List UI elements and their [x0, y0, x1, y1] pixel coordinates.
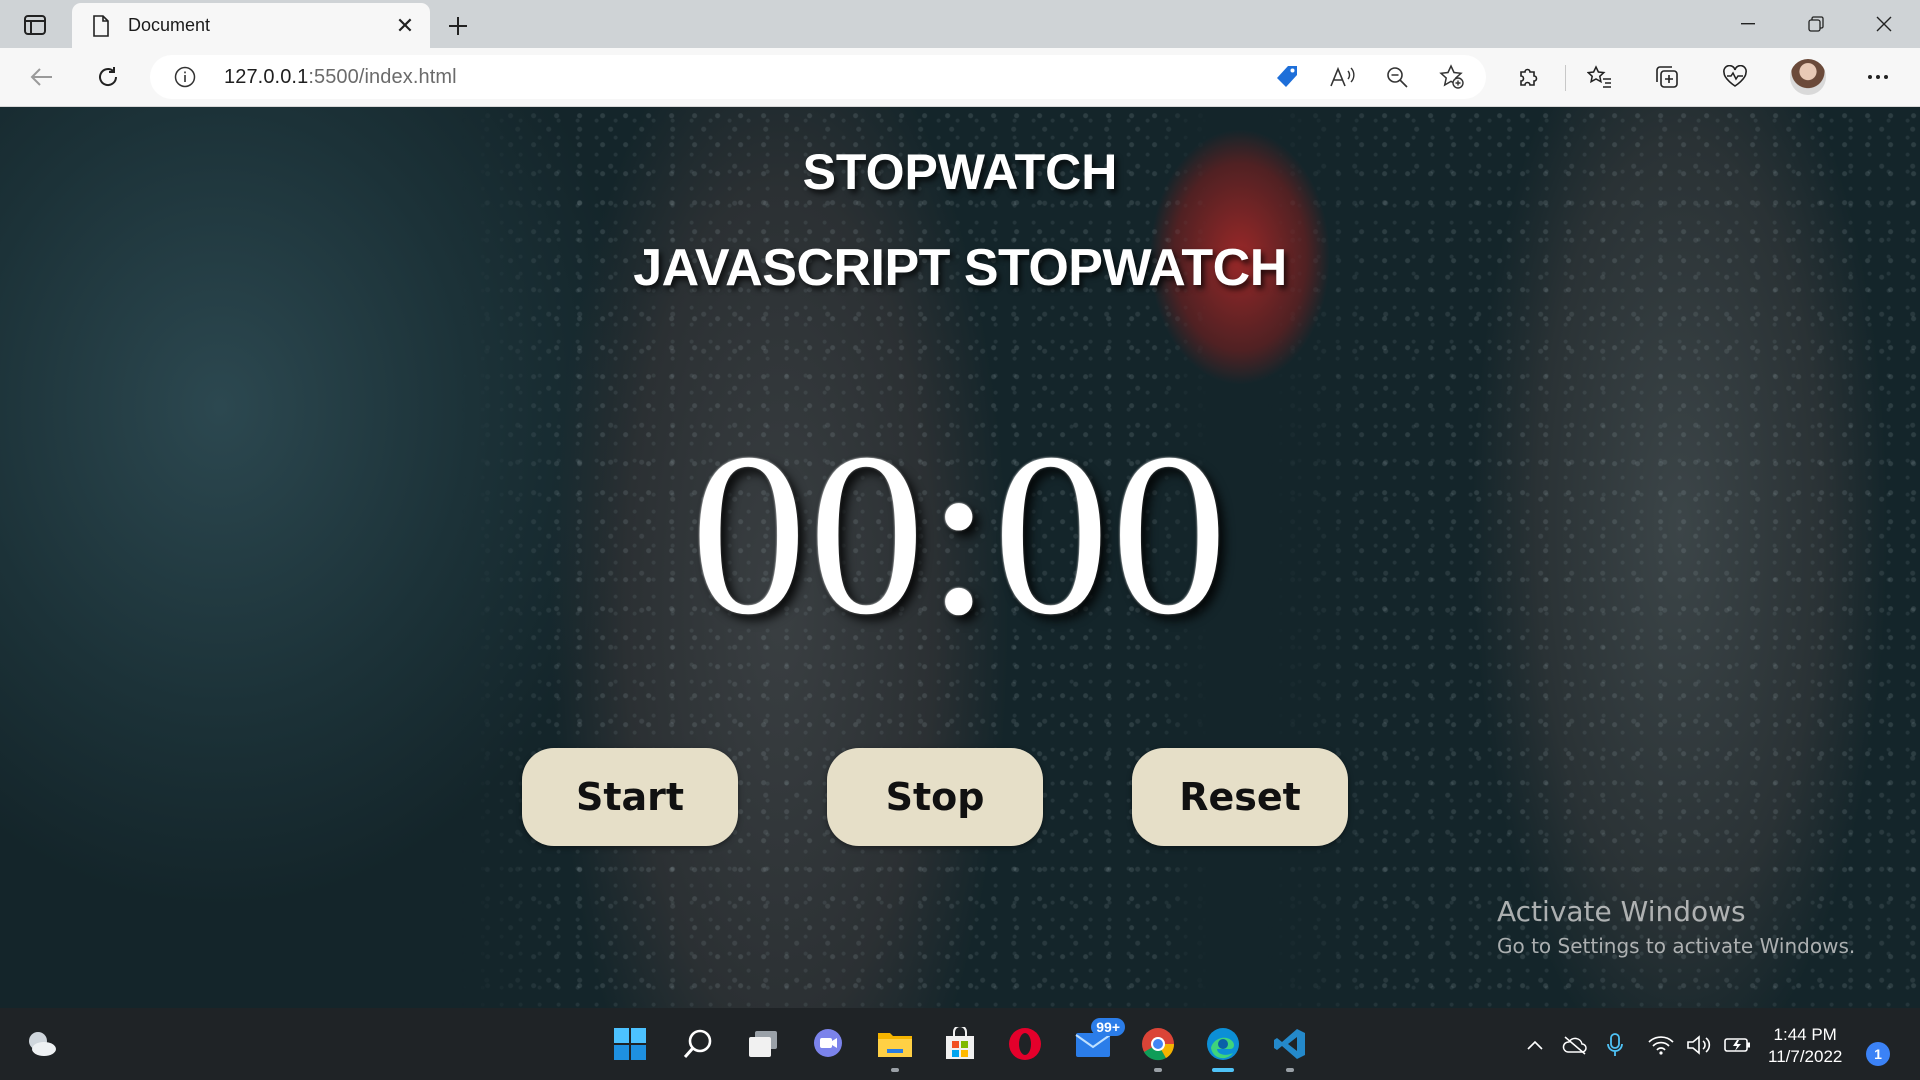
store-icon: [946, 1027, 974, 1059]
wifi-icon: [1648, 1036, 1674, 1055]
weather-widget[interactable]: [20, 1022, 64, 1066]
new-tab-button[interactable]: [440, 8, 476, 44]
opera-button[interactable]: [1003, 1022, 1047, 1066]
microphone-icon: [1607, 1033, 1623, 1056]
back-button[interactable]: [22, 58, 62, 96]
opera-icon: [1009, 1028, 1041, 1060]
task-view-button[interactable]: [741, 1022, 785, 1066]
clock-time: 1:44 PM: [1773, 1025, 1837, 1044]
running-indicator: [1154, 1068, 1162, 1072]
add-favorite-icon[interactable]: [1437, 63, 1467, 91]
restore-button[interactable]: [1782, 0, 1850, 48]
more-icon: [1868, 75, 1888, 79]
active-indicator: [1212, 1068, 1234, 1072]
folder-icon: [878, 1033, 912, 1057]
read-aloud-icon[interactable]: [1327, 63, 1357, 91]
file-explorer-button[interactable]: [873, 1022, 917, 1072]
cloud-moon-icon: [29, 1032, 56, 1056]
reset-button[interactable]: Reset: [1132, 748, 1348, 846]
extensions-button[interactable]: [1509, 58, 1549, 96]
page-title: STOPWATCH: [802, 144, 1118, 200]
start-menu-button[interactable]: [608, 1022, 652, 1066]
zoom-out-icon[interactable]: [1382, 63, 1412, 91]
windows-taskbar: 99+ 1:44 PM 11/7/2022 1: [0, 1008, 1920, 1080]
profile-avatar[interactable]: [1790, 59, 1826, 95]
browser-toolbar: 127.0.0.1:5500/index.html: [0, 48, 1920, 107]
chat-icon: [814, 1029, 842, 1057]
refresh-icon: [99, 67, 118, 86]
notification-count-badge[interactable]: 1: [1866, 1042, 1890, 1066]
chevron-up-icon: [1527, 1040, 1543, 1050]
tab-actions-menu-button[interactable]: [16, 10, 54, 40]
running-indicator: [1286, 1068, 1294, 1072]
activate-windows-watermark: Activate Windows Go to Settings to activ…: [1497, 895, 1855, 958]
url-text: 127.0.0.1:5500/index.html: [224, 66, 457, 88]
microphone-tray-icon[interactable]: [1606, 1030, 1624, 1060]
puzzle-icon: [1520, 68, 1538, 86]
stop-button[interactable]: Stop: [827, 748, 1043, 846]
page-subtitle: JAVASCRIPT STOPWATCH: [633, 239, 1287, 297]
mail-button[interactable]: 99+: [1071, 1018, 1125, 1066]
task-view-icon: [749, 1031, 777, 1057]
close-window-button[interactable]: [1850, 0, 1918, 48]
stopwatch-display: 00:00: [690, 406, 1230, 663]
battery-charging-icon: [1724, 1038, 1750, 1052]
address-bar[interactable]: 127.0.0.1:5500/index.html: [150, 55, 1486, 99]
watermark-subtitle: Go to Settings to activate Windows.: [1497, 934, 1856, 958]
back-arrow-icon: [30, 68, 52, 86]
close-tab-icon[interactable]: ✕: [390, 11, 420, 41]
search-button[interactable]: [676, 1022, 720, 1066]
clock-date: 11/7/2022: [1768, 1047, 1843, 1066]
vscode-icon: [1274, 1029, 1305, 1059]
restore-icon: [1808, 16, 1824, 32]
browser-tab-active[interactable]: Document ✕: [72, 3, 430, 48]
edge-icon: [1207, 1028, 1239, 1060]
close-icon: [1876, 16, 1892, 32]
tab-actions-icon: [24, 15, 46, 35]
tab-strip: Document ✕: [0, 0, 1920, 48]
collections-button[interactable]: [1647, 58, 1687, 96]
start-button[interactable]: Start: [522, 748, 738, 846]
chrome-icon: [1142, 1028, 1175, 1061]
minimize-icon: [1741, 23, 1755, 25]
windows-logo-icon: [614, 1028, 646, 1060]
teams-chat-button[interactable]: [806, 1022, 850, 1066]
show-hidden-icons-button[interactable]: [1526, 1030, 1544, 1060]
running-indicator: [891, 1068, 899, 1072]
microsoft-store-button[interactable]: [938, 1022, 982, 1066]
chrome-button[interactable]: [1136, 1022, 1180, 1072]
vscode-button[interactable]: [1268, 1022, 1312, 1072]
heart-pulse-icon: [1723, 65, 1747, 87]
watermark-title: Activate Windows: [1497, 895, 1746, 928]
settings-more-button[interactable]: [1858, 58, 1898, 96]
search-icon: [683, 1029, 712, 1058]
plus-icon: [449, 17, 467, 35]
onedrive-tray-icon[interactable]: [1562, 1030, 1588, 1060]
system-clock[interactable]: 1:44 PM 11/7/2022: [1768, 1024, 1842, 1068]
speaker-icon: [1687, 1035, 1711, 1055]
site-info-icon[interactable]: [174, 66, 196, 88]
browser-essentials-button[interactable]: [1715, 58, 1755, 96]
minimize-button[interactable]: [1714, 0, 1782, 48]
page-viewport: STOPWATCH JAVASCRIPT STOPWATCH 00:00 Sta…: [0, 107, 1920, 1008]
volume-tray-icon[interactable]: [1686, 1030, 1712, 1060]
shopping-tag-icon[interactable]: [1272, 63, 1302, 91]
collections-icon: [1656, 66, 1678, 88]
mail-unread-badge: 99+: [1091, 1018, 1125, 1036]
favorites-icon: [1587, 65, 1611, 88]
battery-tray-icon[interactable]: [1724, 1030, 1752, 1060]
toolbar-divider: [1565, 65, 1566, 91]
document-icon: [90, 14, 112, 38]
cloud-offline-icon: [1562, 1036, 1587, 1055]
edge-button[interactable]: [1201, 1022, 1245, 1072]
tab-title: Document: [128, 15, 211, 35]
favorites-button[interactable]: [1580, 58, 1620, 96]
wifi-tray-icon[interactable]: [1648, 1030, 1674, 1060]
refresh-button[interactable]: [88, 58, 128, 96]
